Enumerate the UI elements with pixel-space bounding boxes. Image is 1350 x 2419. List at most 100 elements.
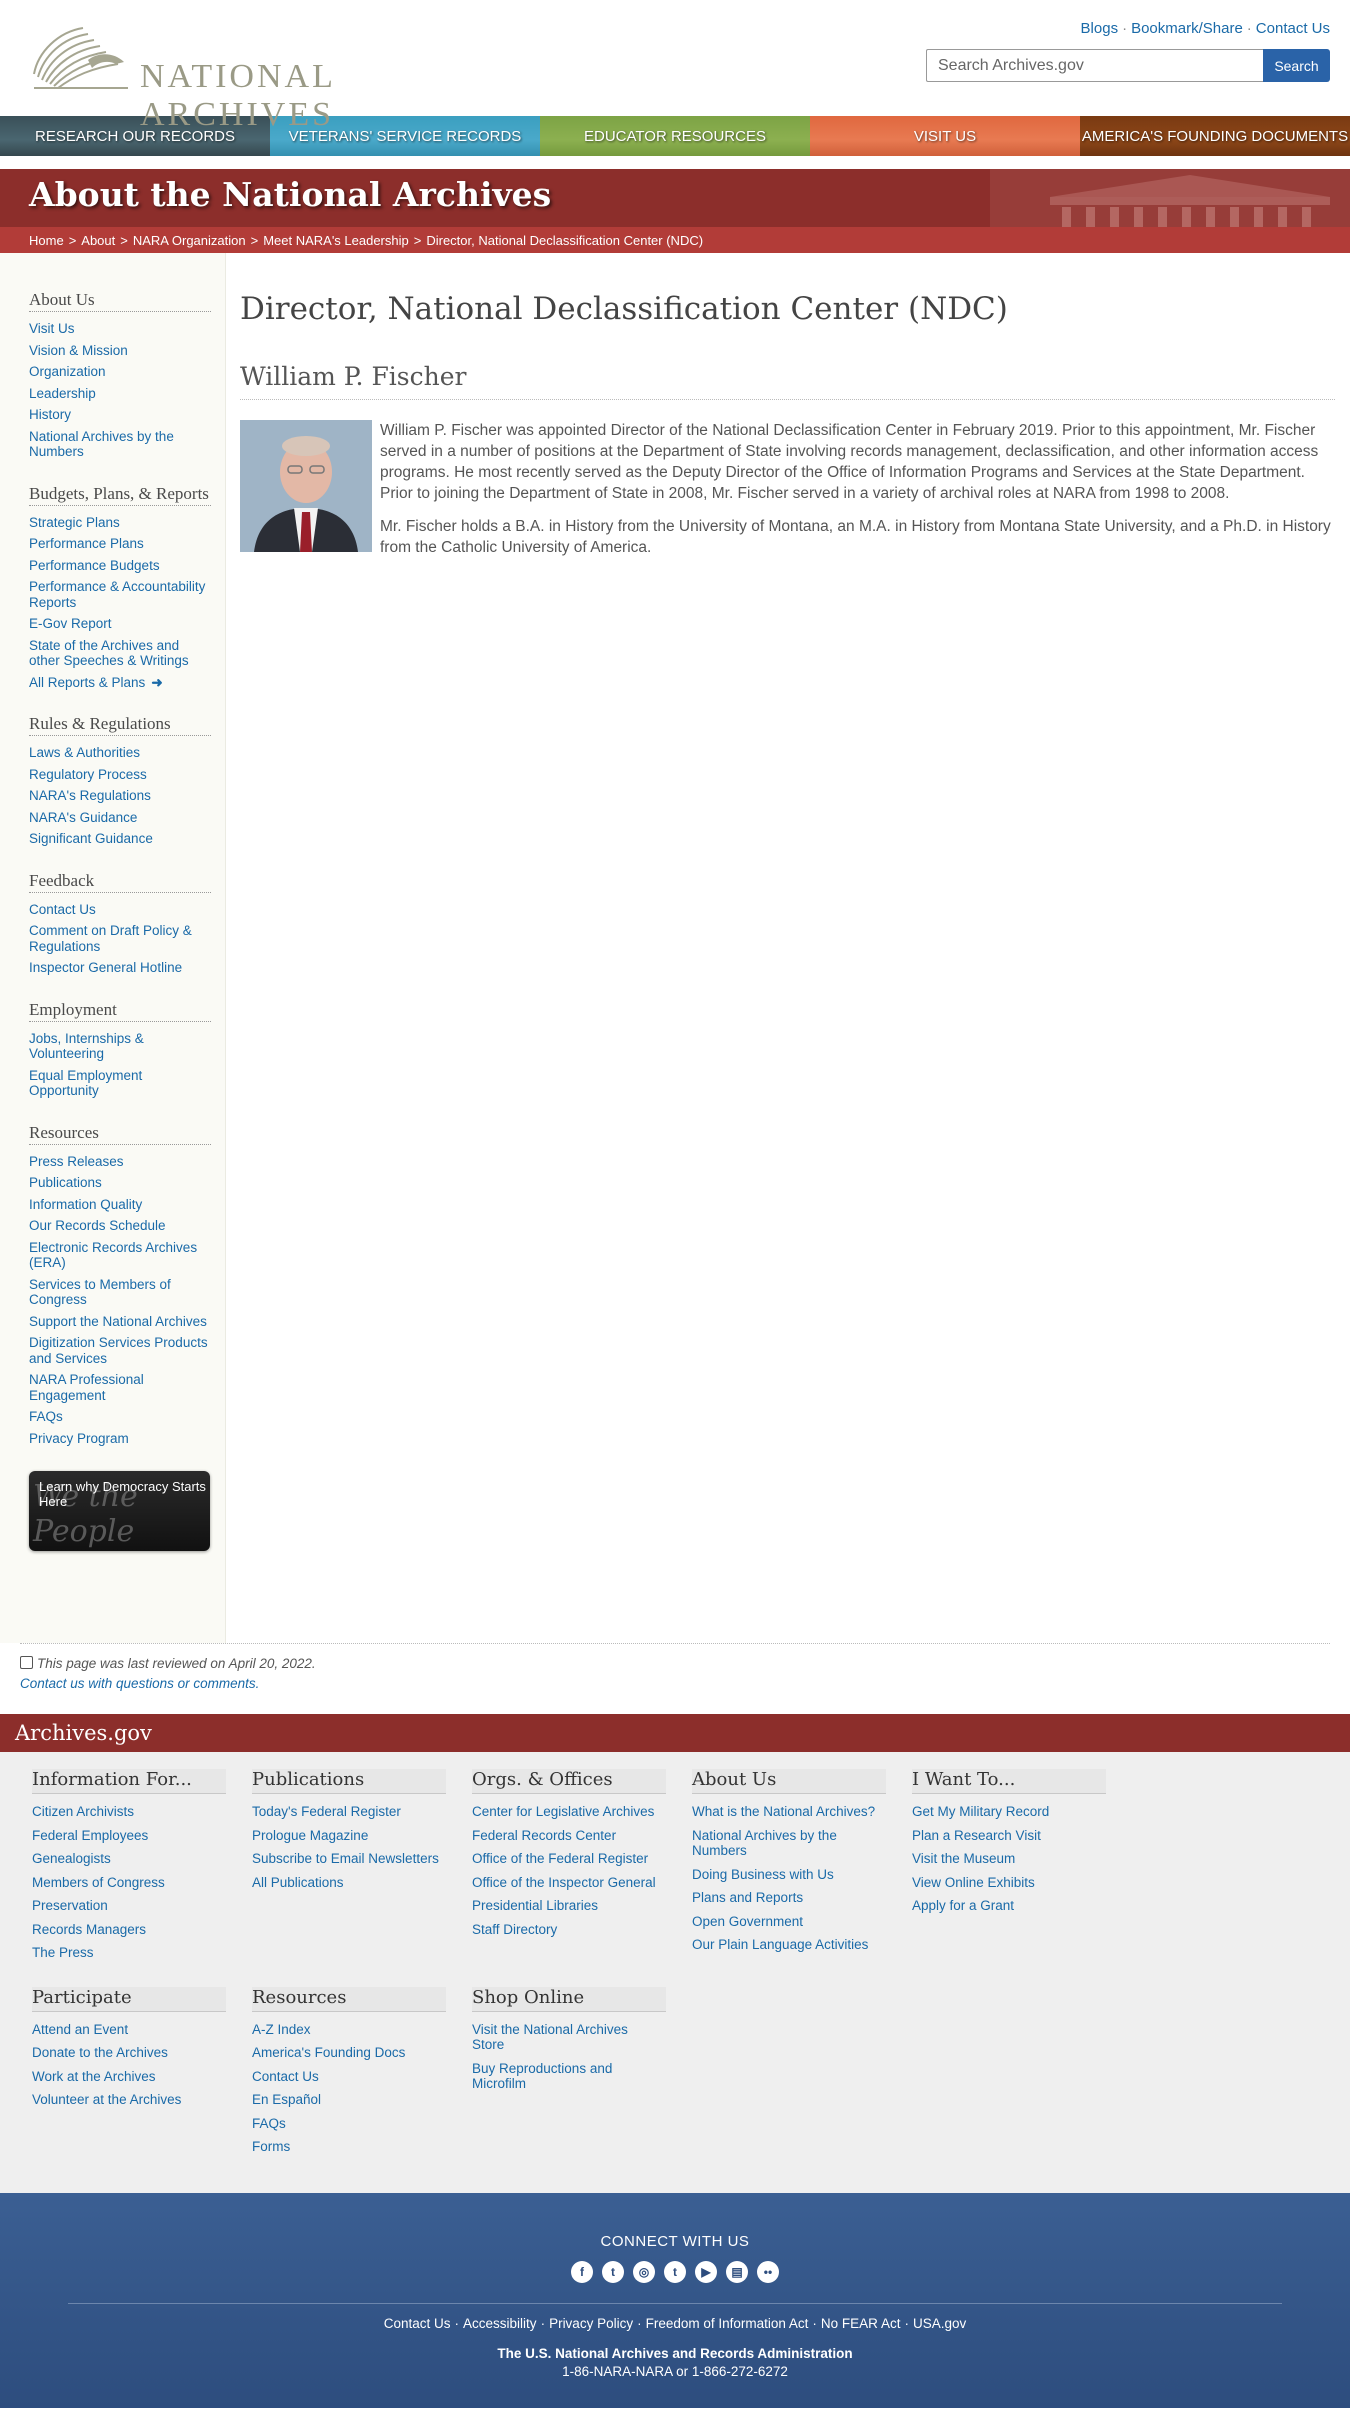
footer-link[interactable]: Buy Reproductions and Microfilm (472, 2061, 692, 2092)
sidebar-link[interactable]: Press Releases (29, 1154, 211, 1170)
footer-link[interactable]: Federal Employees (32, 1828, 252, 1844)
breadcrumb-about[interactable]: About (81, 233, 115, 248)
footer-link[interactable]: America's Founding Docs (252, 2045, 472, 2061)
footer-link[interactable]: Apply for a Grant (912, 1898, 1132, 1914)
footer-link[interactable]: Plans and Reports (692, 1890, 912, 1906)
footer-site-title[interactable]: Archives.gov (15, 1721, 152, 1745)
footer-link[interactable]: Donate to the Archives (32, 2045, 252, 2061)
national-archives-logo[interactable]: NATIONAL ARCHIVES (28, 22, 536, 133)
footer-link[interactable]: View Online Exhibits (912, 1875, 1132, 1891)
sidebar-link[interactable]: NARA's Regulations (29, 788, 211, 804)
breadcrumb-nara-organization[interactable]: NARA Organization (133, 233, 246, 248)
footer-link[interactable]: Prologue Magazine (252, 1828, 472, 1844)
footer-link[interactable]: Staff Directory (472, 1922, 692, 1938)
footer-link[interactable]: Center for Legislative Archives (472, 1804, 692, 1820)
twitter-icon[interactable]: t (602, 2260, 624, 2283)
facebook-icon[interactable]: f (571, 2260, 593, 2283)
all-reports-link[interactable]: All Reports & Plans ➜ (29, 675, 211, 691)
sidebar-link[interactable]: Regulatory Process (29, 767, 211, 783)
sidebar-link[interactable]: Equal Employment Opportunity (29, 1068, 211, 1099)
flickr-icon[interactable]: •• (757, 2260, 779, 2283)
sidebar-link[interactable]: Privacy Program (29, 1431, 211, 1447)
footer-link[interactable]: Presidential Libraries (472, 1898, 692, 1914)
legal-link[interactable]: Contact Us (384, 2316, 451, 2331)
footer-link[interactable]: Open Government (692, 1914, 912, 1930)
sidebar-link[interactable]: Significant Guidance (29, 831, 211, 847)
sidebar-link[interactable]: Our Records Schedule (29, 1218, 211, 1234)
breadcrumb-leadership[interactable]: Meet NARA's Leadership (263, 233, 409, 248)
instagram-icon[interactable]: ◎ (633, 2260, 655, 2283)
legal-link[interactable]: No FEAR Act (821, 2316, 901, 2331)
sidebar-link[interactable]: Performance & Accountability Reports (29, 579, 211, 610)
footer-link[interactable]: En Español (252, 2092, 472, 2108)
contact-us-comments-link[interactable]: Contact us with questions or comments. (20, 1676, 259, 1691)
sidebar-link[interactable]: NARA's Guidance (29, 810, 211, 826)
footer-link[interactable]: Today's Federal Register (252, 1804, 472, 1820)
footer-link[interactable]: Attend an Event (32, 2022, 252, 2038)
legal-link[interactable]: Privacy Policy (549, 2316, 633, 2331)
sidebar-link[interactable]: History (29, 407, 211, 423)
sidebar-link[interactable]: Performance Plans (29, 536, 211, 552)
footer-link[interactable]: Our Plain Language Activities (692, 1937, 912, 1953)
footer-link[interactable]: Members of Congress (32, 1875, 252, 1891)
footer-link[interactable]: Federal Records Center (472, 1828, 692, 1844)
footer-link[interactable]: Contact Us (252, 2069, 472, 2085)
footer-link[interactable]: Office of the Inspector General (472, 1875, 692, 1891)
footer-link[interactable]: Forms (252, 2139, 472, 2155)
sidebar-link[interactable]: Leadership (29, 386, 211, 402)
nav-founding-documents[interactable]: America's Founding Documents (1080, 116, 1350, 156)
sidebar-link[interactable]: Electronic Records Archives (ERA) (29, 1240, 211, 1271)
sidebar-link[interactable]: Contact Us (29, 902, 211, 918)
legal-link[interactable]: Accessibility (463, 2316, 537, 2331)
footer-link[interactable]: Doing Business with Us (692, 1867, 912, 1883)
footer-link[interactable]: Preservation (32, 1898, 252, 1914)
blogs-icon[interactable]: ▤ (726, 2260, 748, 2283)
legal-link[interactable]: USA.gov (913, 2316, 966, 2331)
footer-link[interactable]: Subscribe to Email Newsletters (252, 1851, 472, 1867)
sidebar-link[interactable]: Performance Budgets (29, 558, 211, 574)
nav-educator-resources[interactable]: Educator Resources (540, 116, 810, 156)
search-input[interactable] (926, 49, 1263, 82)
footer-link[interactable]: Work at the Archives (32, 2069, 252, 2085)
blogs-link[interactable]: Blogs (1081, 20, 1119, 37)
sidebar-link[interactable]: State of the Archives and other Speeches… (29, 638, 211, 669)
sidebar-link[interactable]: National Archives by the Numbers (29, 429, 211, 460)
sidebar-link[interactable]: Vision & Mission (29, 343, 211, 359)
sidebar-link[interactable]: Jobs, Internships & Volunteering (29, 1031, 211, 1062)
footer-link[interactable]: National Archives by the Numbers (692, 1828, 912, 1859)
sidebar-link[interactable]: Inspector General Hotline (29, 960, 211, 976)
sidebar-link[interactable]: Services to Members of Congress (29, 1277, 211, 1308)
footer-link[interactable]: Records Managers (32, 1922, 252, 1938)
sidebar-link[interactable]: Publications (29, 1175, 211, 1191)
footer-link[interactable]: Plan a Research Visit (912, 1828, 1132, 1844)
search-button[interactable]: Search (1263, 49, 1330, 82)
sidebar-link[interactable]: FAQs (29, 1409, 211, 1425)
sidebar-link[interactable]: NARA Professional Engagement (29, 1372, 211, 1403)
sidebar-link[interactable]: E-Gov Report (29, 616, 211, 632)
sidebar-link[interactable]: Comment on Draft Policy & Regulations (29, 923, 211, 954)
footer-link[interactable]: Visit the National Archives Store (472, 2022, 692, 2053)
breadcrumb-home[interactable]: Home (29, 233, 64, 248)
footer-link[interactable]: Visit the Museum (912, 1851, 1132, 1867)
footer-link[interactable]: FAQs (252, 2116, 472, 2132)
sidebar-link[interactable]: Information Quality (29, 1197, 211, 1213)
bookmark-share-link[interactable]: Bookmark/Share (1131, 20, 1243, 37)
sidebar-link[interactable]: Organization (29, 364, 211, 380)
tumblr-icon[interactable]: t (664, 2260, 686, 2283)
nav-visit-us[interactable]: Visit Us (810, 116, 1080, 156)
legal-link[interactable]: Freedom of Information Act (646, 2316, 809, 2331)
footer-link[interactable]: What is the National Archives? (692, 1804, 912, 1820)
contact-us-link[interactable]: Contact Us (1256, 20, 1330, 37)
sidebar-link[interactable]: Laws & Authorities (29, 745, 211, 761)
footer-link[interactable]: Citizen Archivists (32, 1804, 252, 1820)
sidebar-link[interactable]: Strategic Plans (29, 515, 211, 531)
footer-link[interactable]: All Publications (252, 1875, 472, 1891)
footer-link[interactable]: Office of the Federal Register (472, 1851, 692, 1867)
footer-link[interactable]: Genealogists (32, 1851, 252, 1867)
sidebar-link[interactable]: Support the National Archives (29, 1314, 211, 1330)
footer-link[interactable]: Get My Military Record (912, 1804, 1132, 1820)
footer-link[interactable]: A-Z Index (252, 2022, 472, 2038)
sidebar-link[interactable]: Digitization Services Products and Servi… (29, 1335, 211, 1366)
democracy-promo-banner[interactable]: We the People Learn why Democracy Starts… (29, 1471, 210, 1551)
youtube-icon[interactable]: ▶ (695, 2260, 717, 2283)
